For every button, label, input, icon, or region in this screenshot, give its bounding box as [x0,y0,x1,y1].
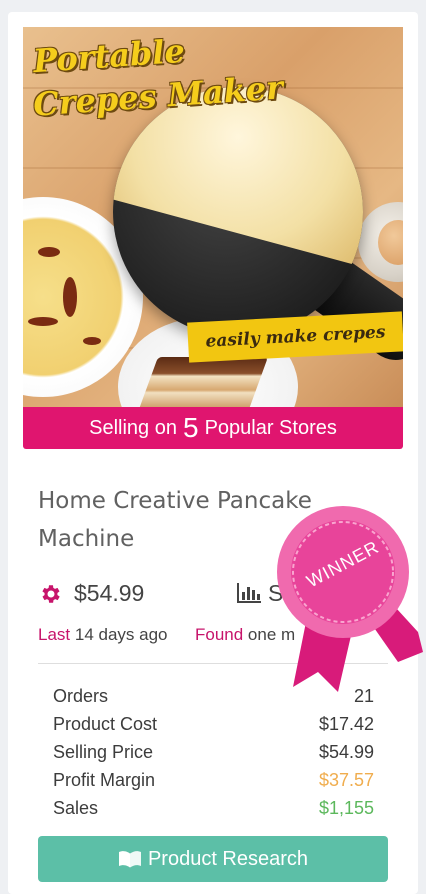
found-label: Found [194,625,244,644]
stat-label: Orders [53,686,109,706]
banner-suffix: Popular Stores [204,416,337,439]
image-headline-1: Portable [31,31,186,81]
last-value: 14 days ago [74,625,168,644]
popular-stores-banner[interactable]: Selling on 5 Popular Stores [23,407,403,449]
price-row: $54.99 [38,580,144,607]
stat-label: Product Cost [53,714,158,734]
crepe-cake [137,357,269,407]
stat-value: $54.99 [318,742,374,762]
winner-badge: WINNER [268,502,426,702]
stat-value: $17.42 [318,714,374,734]
stat-row-selling-price: Selling Price $54.99 [53,738,374,766]
stat-label: Selling Price [53,742,154,762]
store-count: 5 [182,412,199,443]
product-research-button[interactable]: Product Research [38,836,388,882]
book-icon [118,851,141,868]
stat-row-profit-margin: Profit Margin $37.57 [53,766,374,794]
winner-rosette-icon [277,506,423,692]
product-image[interactable]: Portable Crepes Maker easily make crepes [23,27,403,407]
product-price: $54.99 [74,580,145,606]
stat-label: Sales [53,798,99,818]
banner-prefix: Selling on [89,416,177,439]
profit-value: $37.57 [318,770,374,790]
meta-row: Last 14 days ago Found one m [38,625,295,645]
stat-row-sales: Sales $1,155 [53,794,374,822]
last-label: Last [38,625,71,644]
stats-list: Orders 21 Product Cost $17.42 Selling Pr… [53,682,374,822]
bar-chart-icon [237,583,261,603]
product-card: Portable Crepes Maker easily make crepes… [8,12,423,894]
egg-bowl [358,202,403,282]
product-research-label: Product Research [147,847,309,870]
stat-label: Profit Margin [53,770,156,790]
sales-value: $1,155 [318,798,374,818]
stat-row-product-cost: Product Cost $17.42 [53,710,374,738]
crepe [113,87,363,337]
gear-icon [42,584,60,603]
